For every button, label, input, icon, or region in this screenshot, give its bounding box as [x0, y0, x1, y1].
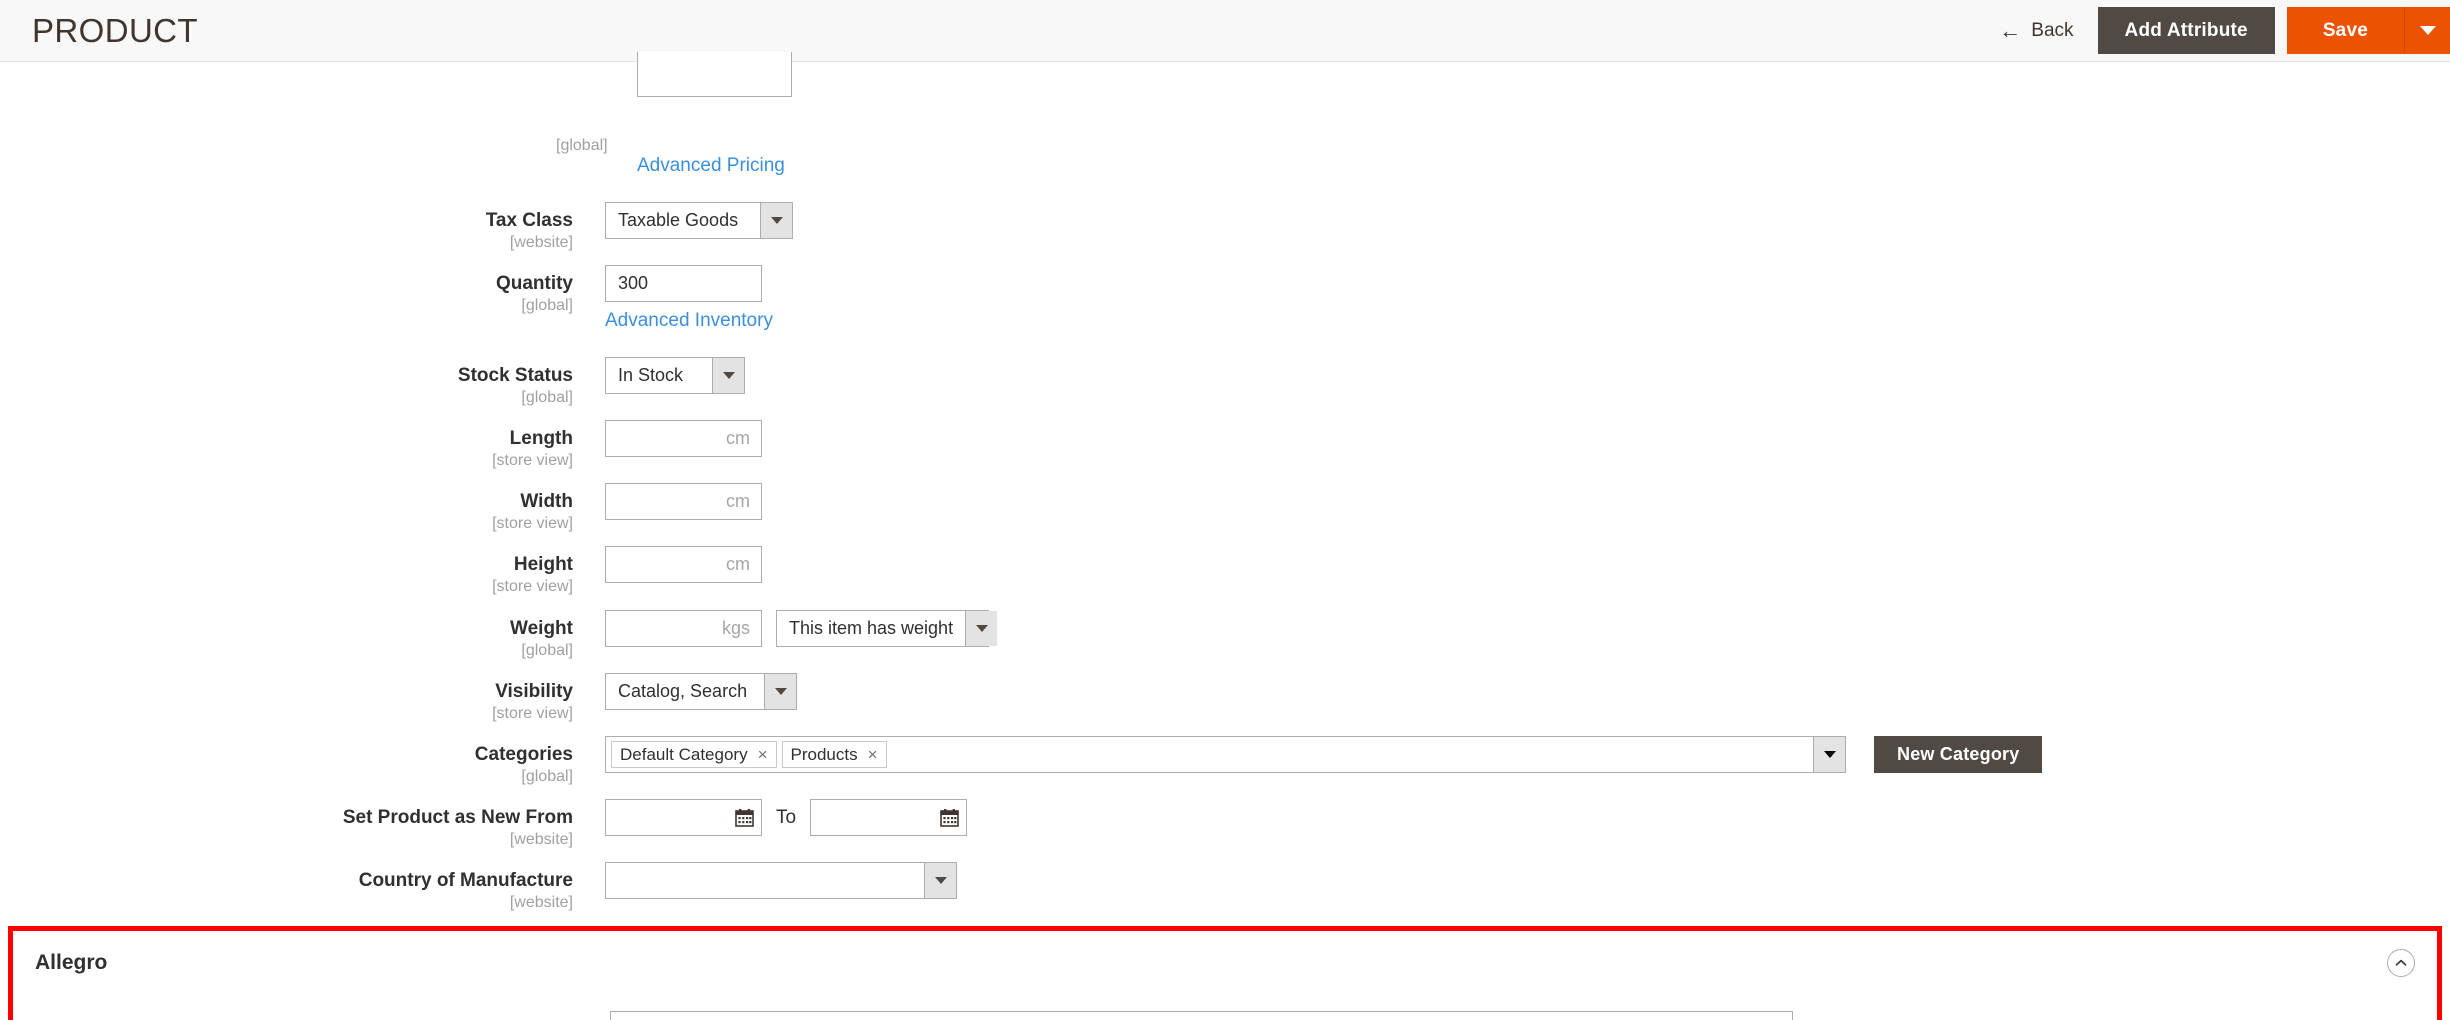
field-row-visibility: Visibility [store view] Catalog, Search	[0, 673, 797, 725]
field-row-length: Length [store view] cm	[0, 420, 762, 472]
advanced-pricing-link[interactable]: Advanced Pricing	[637, 155, 785, 177]
advanced-inventory-link[interactable]: Advanced Inventory	[605, 310, 773, 332]
categories-label: Categories [global]	[474, 744, 573, 785]
stock-status-select[interactable]: In Stock	[605, 357, 745, 394]
country-label: Country of Manufacture [website]	[358, 870, 573, 911]
back-button[interactable]: ← Back	[1975, 17, 2097, 43]
remove-icon[interactable]: ×	[758, 746, 768, 763]
arrow-left-icon: ←	[1999, 17, 2022, 43]
category-token[interactable]: Products ×	[781, 741, 887, 768]
field-row-tax-class: Tax Class [website] Taxable Goods	[0, 202, 793, 254]
field-row-country: Country of Manufacture [website]	[0, 862, 957, 914]
category-token-label: Products	[790, 744, 858, 764]
chevron-up-circle-icon[interactable]	[2387, 949, 2415, 977]
back-button-label: Back	[2031, 19, 2074, 41]
length-input[interactable]	[605, 420, 762, 457]
weight-input[interactable]	[605, 610, 762, 647]
date-range-to-label: To	[776, 806, 797, 828]
visibility-label: Visibility [store view]	[492, 681, 573, 722]
field-row-height: Height [store view] cm	[0, 546, 762, 598]
quantity-label: Quantity [global]	[495, 273, 573, 314]
field-row-allegro-offer-id: Allegro offer ID [global]	[13, 1011, 2437, 1020]
page-title: PRODUCT	[32, 12, 198, 49]
length-input-wrap: cm	[605, 420, 762, 457]
caret-down-icon	[1823, 751, 1836, 758]
new-from-date-wrap	[605, 799, 762, 836]
stock-status-label: Stock Status [global]	[457, 365, 573, 406]
chevron-down-icon	[760, 203, 792, 238]
field-row-quantity: Quantity [global] Advanced Inventory	[0, 265, 773, 332]
allegro-section-header[interactable]: Allegro	[13, 931, 2437, 977]
field-row-weight: Weight [global] kgs This item has weight	[0, 610, 998, 662]
weight-input-wrap: kgs	[605, 610, 762, 647]
width-label: Width [store view]	[492, 491, 573, 532]
field-row-stock-status: Stock Status [global] In Stock	[0, 357, 745, 409]
new-to-date-wrap	[810, 799, 968, 836]
new-from-label: Set Product as New From [website]	[342, 807, 573, 848]
weight-label: Weight [global]	[510, 618, 573, 659]
header-actions: ← Back Add Attribute Save	[1975, 0, 2450, 61]
categories-multiselect[interactable]: Default Category × Products ×	[605, 736, 1846, 773]
field-row-new-from: Set Product as New From [website] To	[0, 799, 968, 851]
width-input-wrap: cm	[605, 483, 762, 520]
height-input-wrap: cm	[605, 546, 762, 583]
height-input[interactable]	[605, 546, 762, 583]
weight-type-select[interactable]: This item has weight	[776, 610, 998, 647]
width-input[interactable]	[605, 483, 762, 520]
chevron-down-icon	[924, 863, 956, 898]
field-row-categories: Categories [global] Default Category × P…	[0, 736, 2043, 788]
category-token-label: Default Category	[620, 744, 748, 764]
chevron-down-icon	[712, 358, 744, 393]
visibility-select[interactable]: Catalog, Search	[605, 673, 797, 710]
caret-down-icon	[2419, 26, 2436, 35]
height-label: Height [store view]	[492, 554, 573, 595]
calendar-icon[interactable]	[735, 808, 754, 827]
remove-icon[interactable]: ×	[868, 746, 878, 763]
quantity-input[interactable]	[605, 265, 762, 302]
allegro-offer-id-label: Allegro offer ID [global]	[13, 1011, 610, 1020]
categories-dropdown-toggle[interactable]	[1814, 736, 1846, 773]
field-row-width: Width [store view] cm	[0, 483, 762, 535]
allegro-offer-id-input[interactable]	[610, 1011, 1793, 1020]
categories-token-box[interactable]: Default Category × Products ×	[605, 736, 1814, 773]
page-header: PRODUCT ← Back Add Attribute Save	[0, 0, 2450, 62]
price-row-clipped: [global] Advanced Pricing	[0, 52, 2450, 176]
category-token[interactable]: Default Category ×	[611, 741, 777, 768]
chevron-down-icon	[965, 611, 998, 646]
save-button[interactable]: Save	[2286, 7, 2404, 54]
allegro-section-title: Allegro	[35, 951, 108, 974]
country-select[interactable]	[605, 862, 957, 899]
save-split-button: Save	[2286, 7, 2450, 54]
add-attribute-button[interactable]: Add Attribute	[2097, 7, 2275, 54]
tax-class-select[interactable]: Taxable Goods	[605, 202, 793, 239]
length-label: Length [store view]	[492, 428, 573, 469]
allegro-section: Allegro Allegro offer ID [global]	[8, 926, 2442, 1020]
price-input[interactable]	[637, 52, 792, 97]
calendar-icon[interactable]	[940, 808, 959, 827]
tax-class-label: Tax Class [website]	[485, 210, 573, 251]
save-options-toggle[interactable]	[2404, 7, 2450, 54]
chevron-down-icon	[764, 674, 796, 709]
new-category-button[interactable]: New Category	[1874, 736, 2043, 773]
price-scope-label: [global]	[556, 137, 608, 154]
